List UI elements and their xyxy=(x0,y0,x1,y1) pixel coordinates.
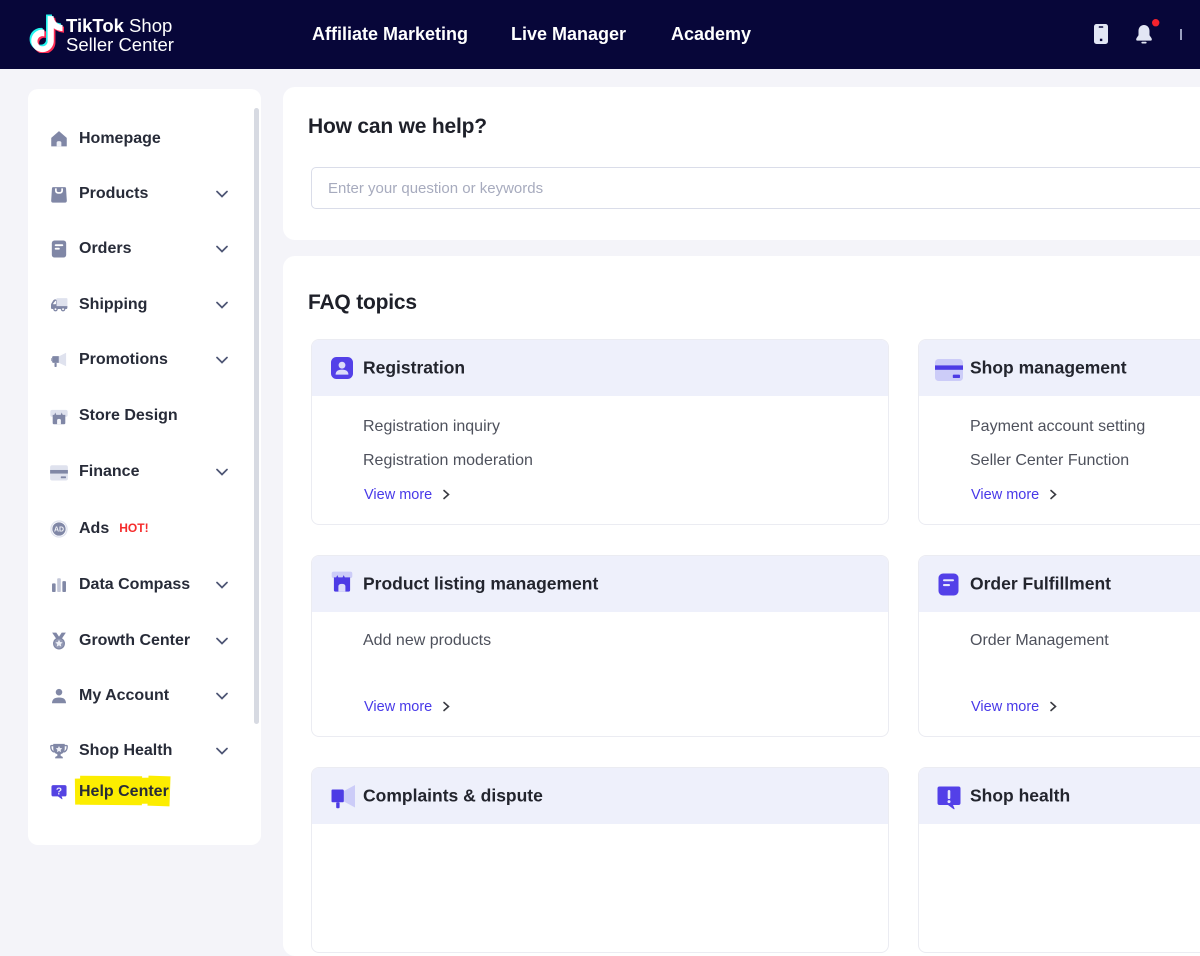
svg-text:?: ? xyxy=(56,786,62,797)
svg-text:AD: AD xyxy=(54,527,64,534)
